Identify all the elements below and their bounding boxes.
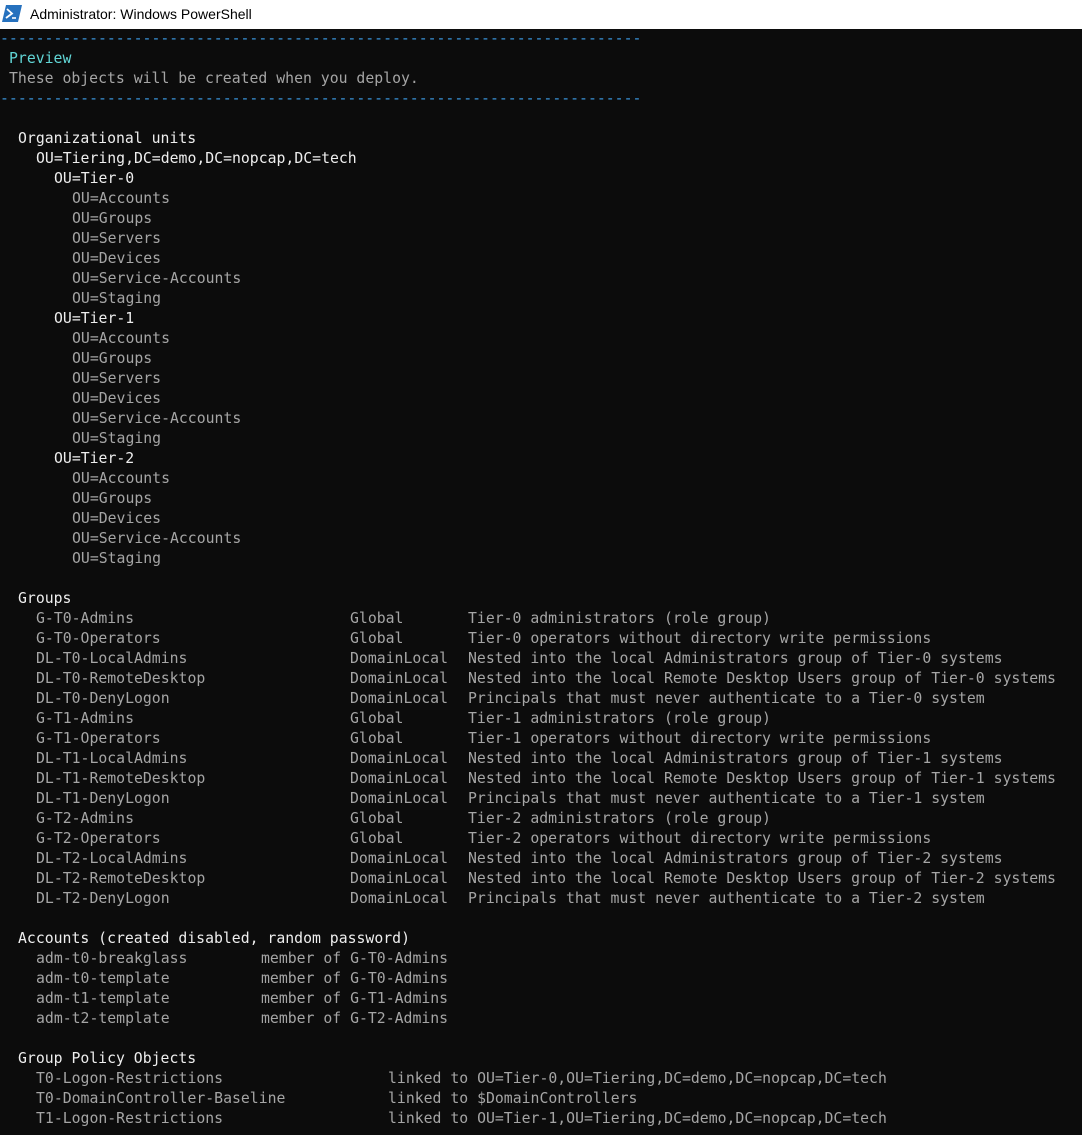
group-name: DL-T2-LocalAdmins xyxy=(36,850,188,867)
ou-child: OU=Staging xyxy=(72,550,162,567)
group-scope: DomainLocal xyxy=(350,650,448,667)
gpo-name: T0-DomainController-Baseline xyxy=(36,1090,286,1107)
group-scope: DomainLocal xyxy=(350,670,448,687)
group-scope: DomainLocal xyxy=(350,770,448,787)
ou-child: OU=Accounts xyxy=(72,190,170,207)
preview-title: Preview xyxy=(9,50,72,67)
ou-child: OU=Staging xyxy=(72,430,162,447)
group-description: Principals that must never authenticate … xyxy=(468,890,985,907)
group-scope: Global xyxy=(350,730,404,747)
account-membership: member of G-T2-Admins xyxy=(261,1010,449,1027)
account-name: adm-t0-template xyxy=(36,970,170,987)
group-scope: DomainLocal xyxy=(350,890,448,907)
ou-tier: OU=Tier-1 xyxy=(54,310,135,327)
group-name: G-T0-Admins xyxy=(36,610,134,627)
group-description: Nested into the local Remote Desktop Use… xyxy=(468,870,1056,887)
ou-child: OU=Servers xyxy=(72,230,162,247)
group-name: G-T1-Operators xyxy=(36,730,161,747)
ou-child: OU=Staging xyxy=(72,290,162,307)
account-membership: member of G-T1-Admins xyxy=(261,990,449,1007)
ou-tier: OU=Tier-0 xyxy=(54,170,135,187)
section-heading-groups: Groups xyxy=(18,590,72,607)
group-name: DL-T2-DenyLogon xyxy=(36,890,170,907)
group-name: G-T0-Operators xyxy=(36,630,161,647)
ou-child: OU=Groups xyxy=(72,210,153,227)
section-heading-gpos: Group Policy Objects xyxy=(18,1050,197,1067)
group-name: DL-T2-RemoteDesktop xyxy=(36,870,206,887)
group-name: DL-T0-LocalAdmins xyxy=(36,650,188,667)
group-description: Nested into the local Administrators gro… xyxy=(468,850,1003,867)
group-scope: Global xyxy=(350,810,404,827)
group-description: Nested into the local Remote Desktop Use… xyxy=(468,770,1056,787)
ou-child: OU=Service-Accounts xyxy=(72,530,242,547)
group-scope: Global xyxy=(350,630,404,647)
group-description: Tier-1 administrators (role group) xyxy=(468,710,771,727)
group-scope: DomainLocal xyxy=(350,790,448,807)
group-description: Tier-0 operators without directory write… xyxy=(468,630,932,647)
ou-child: OU=Groups xyxy=(72,350,153,367)
group-scope: Global xyxy=(350,830,404,847)
powershell-window: Administrator: Windows PowerShell ------… xyxy=(0,0,1082,1135)
title-bar[interactable]: Administrator: Windows PowerShell xyxy=(0,0,1082,29)
ou-child: OU=Service-Accounts xyxy=(72,270,242,287)
ou-root: OU=Tiering,DC=demo,DC=nopcap,DC=tech xyxy=(36,150,357,167)
gpo-name: T1-Logon-Restrictions xyxy=(36,1110,224,1127)
group-name: DL-T1-LocalAdmins xyxy=(36,750,188,767)
group-scope: Global xyxy=(350,610,404,627)
section-heading-ous: Organizational units xyxy=(18,130,197,147)
group-description: Principals that must never authenticate … xyxy=(468,690,985,707)
group-name: G-T2-Admins xyxy=(36,810,134,827)
group-scope: DomainLocal xyxy=(350,870,448,887)
group-description: Tier-2 operators without directory write… xyxy=(468,830,932,847)
group-name: G-T1-Admins xyxy=(36,710,134,727)
ou-child: OU=Devices xyxy=(72,390,162,407)
account-name: adm-t0-breakglass xyxy=(36,950,188,967)
group-name: DL-T0-DenyLogon xyxy=(36,690,170,707)
gpo-name: T0-Logon-Restrictions xyxy=(36,1070,224,1087)
account-name: adm-t2-template xyxy=(36,1010,170,1027)
group-description: Nested into the local Administrators gro… xyxy=(468,750,1003,767)
ou-child: OU=Service-Accounts xyxy=(72,410,242,427)
ou-child: OU=Accounts xyxy=(72,330,170,347)
console-output[interactable]: ----------------------------------------… xyxy=(0,29,1082,1135)
preview-subtitle: These objects will be created when you d… xyxy=(9,70,419,87)
group-description: Nested into the local Remote Desktop Use… xyxy=(468,670,1056,687)
window-title: Administrator: Windows PowerShell xyxy=(30,6,252,22)
ou-child: OU=Accounts xyxy=(72,470,170,487)
group-scope: DomainLocal xyxy=(350,690,448,707)
group-scope: Global xyxy=(350,710,404,727)
gpo-link: linked to OU=Tier-1,OU=Tiering,DC=demo,D… xyxy=(388,1110,887,1127)
group-name: DL-T1-DenyLogon xyxy=(36,790,170,807)
section-heading-accounts: Accounts (created disabled, random passw… xyxy=(18,930,410,947)
group-description: Tier-0 administrators (role group) xyxy=(468,610,771,627)
account-membership: member of G-T0-Admins xyxy=(261,950,449,967)
ou-tier: OU=Tier-2 xyxy=(54,450,135,467)
group-description: Principals that must never authenticate … xyxy=(468,790,985,807)
ou-child: OU=Devices xyxy=(72,250,162,267)
account-membership: member of G-T0-Admins xyxy=(261,970,449,987)
group-name: DL-T1-RemoteDesktop xyxy=(36,770,206,787)
group-description: Tier-2 administrators (role group) xyxy=(468,810,771,827)
group-scope: DomainLocal xyxy=(350,750,448,767)
gpo-link: linked to $DomainControllers xyxy=(388,1090,638,1107)
group-description: Tier-1 operators without directory write… xyxy=(468,730,932,747)
ou-child: OU=Groups xyxy=(72,490,153,507)
ou-child: OU=Devices xyxy=(72,510,162,527)
group-name: DL-T0-RemoteDesktop xyxy=(36,670,206,687)
ou-child: OU=Servers xyxy=(72,370,162,387)
separator-top: ----------------------------------------… xyxy=(0,30,642,47)
gpo-link: linked to OU=Tier-0,OU=Tiering,DC=demo,D… xyxy=(388,1070,887,1087)
powershell-icon xyxy=(2,5,22,22)
group-scope: DomainLocal xyxy=(350,850,448,867)
group-name: G-T2-Operators xyxy=(36,830,161,847)
account-name: adm-t1-template xyxy=(36,990,170,1007)
group-description: Nested into the local Administrators gro… xyxy=(468,650,1003,667)
separator-bottom: ----------------------------------------… xyxy=(0,90,642,107)
